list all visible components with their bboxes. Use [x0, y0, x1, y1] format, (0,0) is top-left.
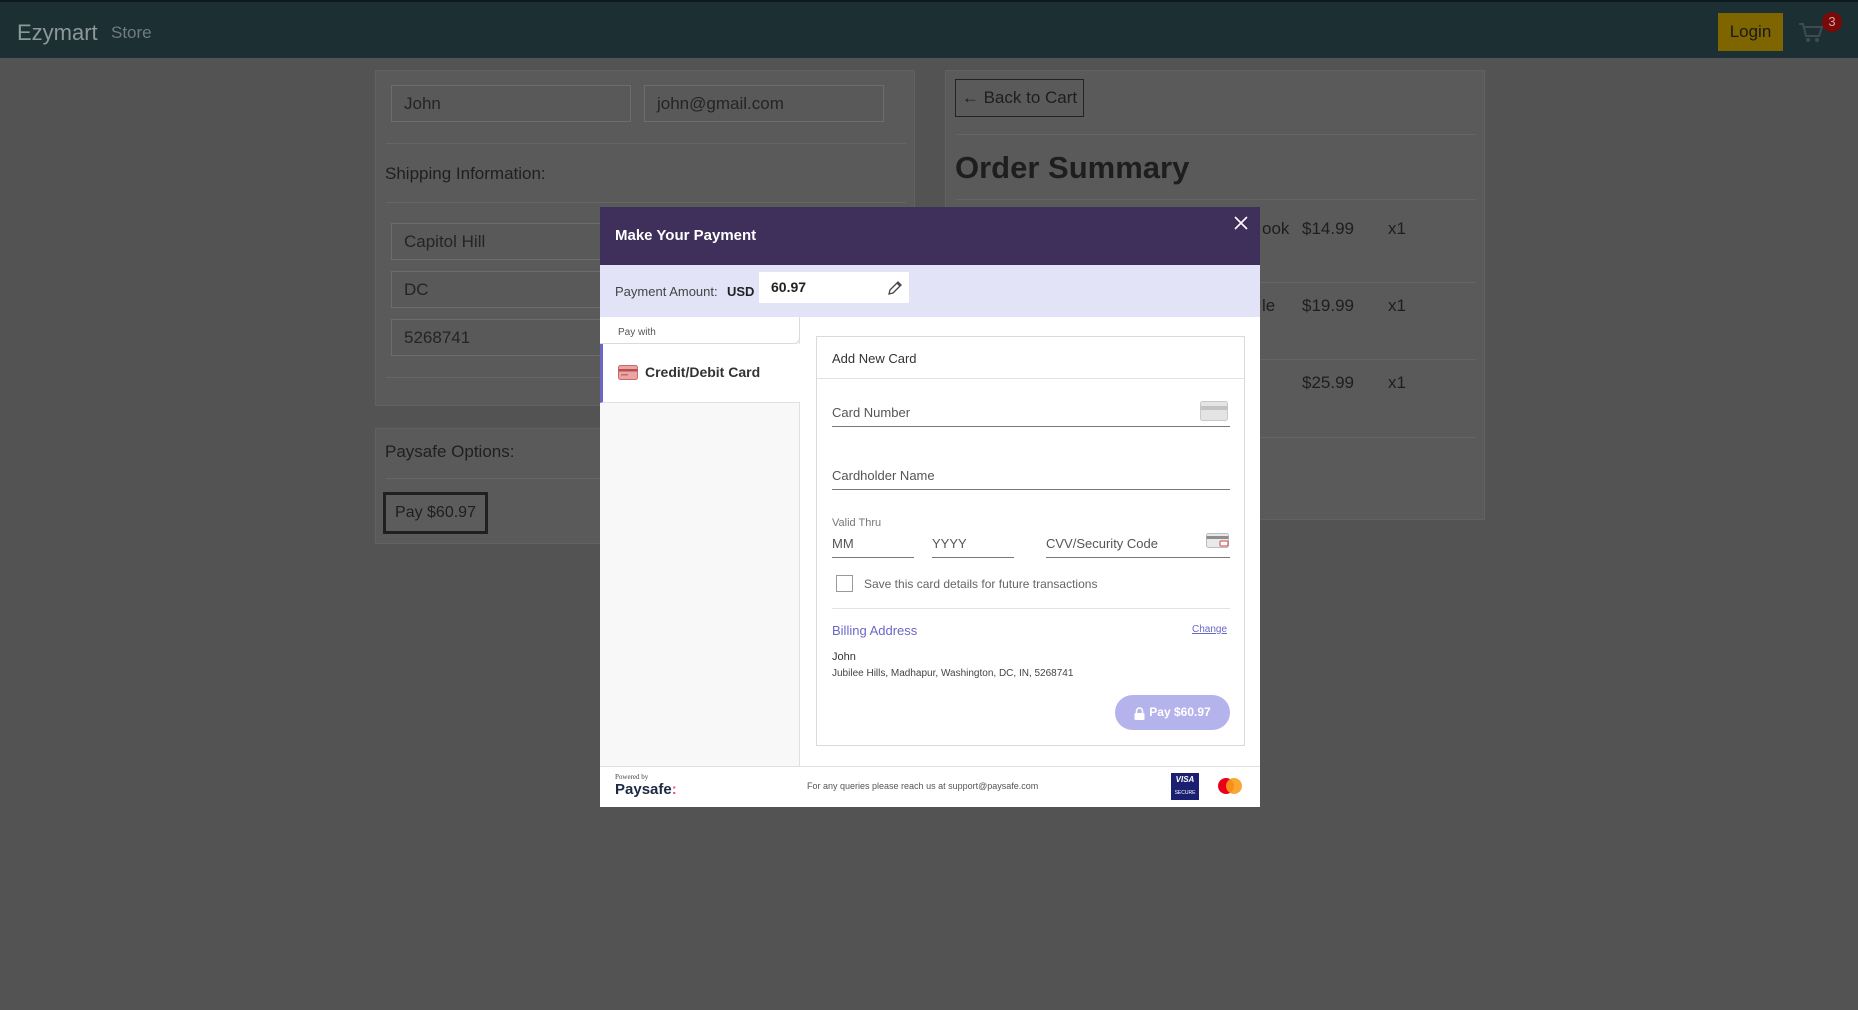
order-item-price: $19.99 — [1302, 296, 1354, 315]
expiry-year-input[interactable]: YYYY — [932, 536, 1014, 558]
order-item-price: $25.99 — [1302, 373, 1354, 392]
cart-icon[interactable] — [1798, 22, 1824, 44]
close-icon[interactable] — [1232, 214, 1250, 232]
paysafe-options-heading: Paysafe Options: — [385, 442, 515, 461]
visa-secure-icon: VISA SECURE — [1171, 773, 1199, 800]
lock-icon — [1134, 706, 1145, 720]
modal-header: Make Your Payment — [600, 207, 1260, 265]
valid-thru-label: Valid Thru — [832, 517, 882, 529]
divider — [817, 378, 1244, 379]
modal-title: Make Your Payment — [615, 227, 757, 244]
payment-amount-bar: Payment Amount: USD 60.97 — [600, 265, 1260, 317]
visa-label: VISA — [1175, 775, 1195, 784]
order-item-qty: x1 — [1388, 373, 1406, 392]
credit-card-icon — [1200, 401, 1228, 421]
brand-logo[interactable]: Ezymart — [17, 20, 98, 46]
order-summary-title: Order Summary — [955, 150, 1190, 185]
divider — [956, 134, 1476, 135]
paysafe-brand-mark: : — [671, 781, 677, 798]
divider — [386, 202, 906, 203]
divider — [386, 143, 906, 144]
pay-button[interactable]: Pay $60.97 — [1115, 695, 1230, 730]
pay-with-header: Pay with — [600, 317, 800, 344]
save-card-label: Save this card details for future transa… — [864, 577, 1098, 591]
cvv-card-icon — [1206, 533, 1229, 548]
cart-count-badge: 3 — [1822, 12, 1842, 32]
shipping-heading: Shipping Information: — [385, 164, 546, 183]
zip-field[interactable]: 5268741 — [391, 319, 631, 356]
paysafe-logo: Paysafe: — [615, 781, 677, 798]
order-item-name: ook — [1262, 219, 1290, 238]
order-item-qty: x1 — [1388, 219, 1406, 238]
state-field[interactable]: DC — [391, 271, 631, 308]
divider — [832, 608, 1230, 609]
method-label: Credit/Debit Card — [645, 364, 761, 380]
payment-methods-panel: Pay with Credit/Debit Card — [600, 317, 800, 772]
expiry-month-input[interactable]: MM — [832, 536, 914, 558]
paysafe-pay-button[interactable]: Pay $60.97 — [383, 492, 488, 534]
modal-footer: Powered by Paysafe: For any queries plea… — [600, 766, 1260, 807]
currency-label: USD — [727, 284, 755, 299]
back-to-cart-button[interactable]: ← Back to Cart — [955, 79, 1084, 117]
change-billing-link[interactable]: Change — [1192, 624, 1227, 635]
pay-with-label: Pay with — [618, 327, 656, 338]
order-item-price: $14.99 — [1302, 219, 1354, 238]
card-icon — [618, 365, 638, 380]
name-field[interactable]: John — [391, 85, 631, 122]
payment-modal: Make Your Payment Payment Amount: USD 60… — [600, 207, 1260, 807]
cardholder-name-input[interactable]: Cardholder Name — [832, 468, 1230, 490]
billing-address: Jubilee Hills, Madhapur, Washington, DC,… — [832, 668, 1074, 679]
pay-button-label: Pay $60.97 — [1149, 705, 1211, 720]
divider — [956, 199, 1476, 200]
visa-secure-label: SECURE — [1174, 790, 1196, 796]
billing-name: John — [832, 651, 856, 663]
card-number-input[interactable]: Card Number — [832, 405, 1230, 427]
payment-amount-label: Payment Amount: — [615, 284, 718, 299]
nav-link-store[interactable]: Store — [111, 23, 152, 43]
mastercard-icon — [1218, 778, 1242, 794]
city-field[interactable]: Capitol Hill — [391, 223, 631, 260]
login-button[interactable]: Login — [1718, 13, 1783, 51]
navbar: Ezymart Store Login 3 — [0, 0, 1858, 58]
form-title: Add New Card — [832, 351, 917, 366]
billing-address-title: Billing Address — [832, 623, 918, 638]
add-card-form: Add New Card Card Number Cardholder Name… — [816, 336, 1245, 746]
email-field[interactable]: john@gmail.com — [644, 85, 884, 122]
order-item-qty: x1 — [1388, 296, 1406, 315]
support-text: For any queries please reach us at suppo… — [807, 781, 1039, 791]
pencil-icon[interactable] — [886, 280, 903, 297]
tab-credit-debit-card[interactable]: Credit/Debit Card — [600, 344, 800, 403]
order-item-name: le — [1262, 296, 1276, 315]
powered-by-label: Powered by — [615, 773, 649, 781]
paysafe-brand: Paysafe — [615, 781, 672, 798]
save-card-checkbox[interactable] — [836, 575, 853, 592]
cvv-input[interactable]: CVV/Security Code — [1046, 536, 1230, 558]
